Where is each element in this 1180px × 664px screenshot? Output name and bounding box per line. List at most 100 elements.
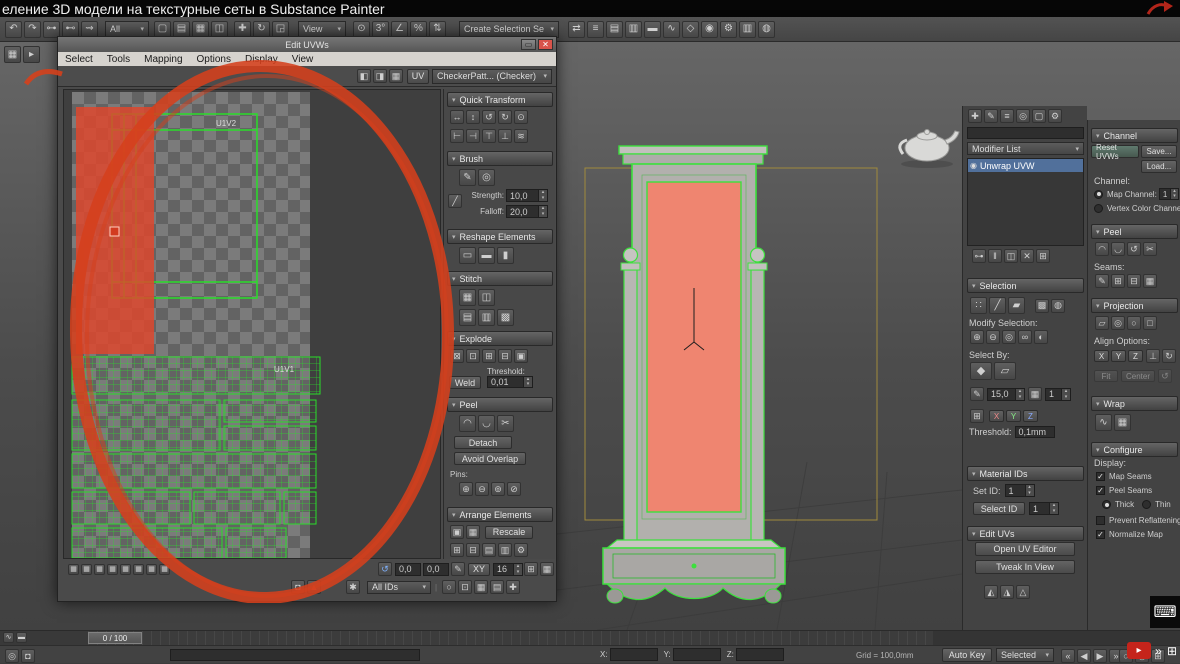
paint-move-brush-icon[interactable]: ✎ [459,169,476,186]
track-bar[interactable]: ∿ ▬ 0 / 100 [0,630,1180,645]
matid-spinner[interactable]: 1 [1045,387,1071,401]
move-horizontal-icon[interactable]: ↔ [450,110,464,124]
menu-options[interactable]: Options [190,54,238,65]
named-selection-set-dropdown[interactable]: Create Selection Se [459,20,559,38]
stitch-all-icon[interactable]: ▩ [497,309,514,326]
cylindrical-map-icon[interactable]: ◎ [1111,316,1125,330]
hierarchy-tab-icon[interactable]: ≡ [1000,109,1014,123]
window-crossing-icon[interactable]: ◫ [211,20,228,38]
select-by-name-icon[interactable]: ▤ [173,20,190,38]
select-by-element-icon[interactable]: ◆ [970,362,992,380]
show-checker-a-icon[interactable]: ◧ [357,69,371,83]
projection-x-button[interactable]: X [1094,350,1109,362]
zoom-selected-icon[interactable]: ▤ [490,580,505,594]
edit-uvws-window[interactable]: Edit UVWs ▭ ✕ Select Tools Mapping Optio… [57,36,557,603]
align-horizontal-icon[interactable]: ▬ [478,247,495,264]
align-view-icon[interactable]: ↻ [1162,349,1176,363]
select-and-move-icon[interactable]: ✚ [234,20,251,38]
share-arrow-icon[interactable] [1146,1,1174,16]
mirror-icon[interactable]: ⇄ [568,20,585,38]
pack-normalize-icon[interactable]: ▣ [450,525,464,539]
unlink-selection-icon[interactable]: ⊷ [62,20,79,38]
texture-thumb-icon[interactable]: ▦ [107,563,118,575]
rollout-edit-uvs-header[interactable]: Edit UVs [967,526,1084,541]
spinner-snap-icon[interactable]: ⇅ [429,20,446,38]
surface-wrap-icon[interactable]: ▦ [1114,414,1131,431]
set-id-spinner[interactable]: 1 [1004,484,1035,497]
selection-region-icon[interactable]: ▦ [192,20,209,38]
keyboard-overlay-box[interactable]: ⌨ [1150,596,1180,628]
menu-mapping[interactable]: Mapping [137,54,189,65]
rollout-arrange-header[interactable]: Arrange Elements [447,507,553,522]
ungroup-elements-icon[interactable]: ▥ [498,543,512,557]
edit-seams-icon[interactable]: ✂ [497,415,514,432]
flatten-by-smoothing-icon[interactable]: ⊞ [482,349,496,363]
align-left-icon[interactable]: ⊢ [450,129,464,143]
planar-angle-icon[interactable]: ▱ [994,362,1016,380]
peel-mode-icon[interactable]: ◡ [1111,242,1125,256]
go-to-start-icon[interactable]: « [1061,649,1075,663]
align-vertical-icon[interactable]: ▮ [497,247,514,264]
grid-visible-icon[interactable]: ▦ [540,562,554,576]
rollout-wrap-header[interactable]: Wrap [1091,396,1178,411]
uv-islands-layer[interactable]: U1V2 U1V1 [64,90,441,559]
move-vertical-icon[interactable]: ↕ [466,110,480,124]
align-top-icon[interactable]: ⊤ [482,129,496,143]
align-to-edge-icon[interactable]: ◮ [1000,585,1014,599]
render-setup-icon[interactable]: ⚙ [720,20,737,38]
normalize-map-checkbox[interactable] [1096,530,1105,539]
avoid-overlap-button[interactable]: Avoid Overlap [454,452,526,465]
percent-snap-icon[interactable]: % [410,20,427,38]
toolbar-overflow-icon[interactable]: ▸ [23,46,40,63]
rollout-channel-header[interactable]: Channel [1091,128,1178,143]
rotate-ccw-icon[interactable]: ↺ [482,110,496,124]
selection-lock-icon[interactable]: ◘ [21,649,35,663]
load-uvws-button[interactable]: Load... [1141,160,1177,173]
show-map-icon[interactable]: ▦ [389,69,403,83]
pin-stack-icon[interactable]: ⊶ [972,249,986,263]
select-object-icon[interactable]: ▢ [154,20,171,38]
menu-view[interactable]: View [285,54,321,65]
flatten-mapping-icon[interactable]: ▣ [514,349,528,363]
modifier-list-dropdown[interactable]: Modifier List [967,142,1084,155]
id-filter-dropdown[interactable]: All IDs [367,580,431,594]
snap-center-icon[interactable]: ⊙ [514,110,528,124]
map-channel-radio[interactable] [1094,189,1103,199]
unpin-selected-icon[interactable]: ⊖ [475,482,489,496]
save-uvws-button[interactable]: Save... [1141,145,1177,158]
player-grid-icon[interactable]: ⊞ [1167,644,1177,658]
menu-display[interactable]: Display [238,54,285,65]
shrink-selection-icon[interactable]: ⊖ [986,330,1000,344]
thin-radio[interactable] [1142,500,1152,509]
player-next-icon[interactable]: » [1155,644,1162,658]
grid-snap-icon[interactable]: ⊞ [524,562,538,576]
open-uv-editor-button[interactable]: Open UV Editor [975,542,1075,556]
point-to-point-seam-icon[interactable]: ✎ [1095,274,1109,288]
configure-modifier-sets-icon[interactable]: ⊞ [1036,249,1050,263]
unpin-all-icon[interactable]: ⊘ [507,482,521,496]
reset-uvws-button[interactable]: Reset UVWs [1091,143,1139,161]
reset-peel-icon[interactable]: ↺ [1127,242,1141,256]
peel-seams-checkbox[interactable] [1096,486,1105,495]
bind-to-space-warp-icon[interactable]: ⇝ [81,20,98,38]
freeze-icon[interactable]: ✱ [346,580,360,594]
stitch-custom-icon[interactable]: ▦ [459,289,476,306]
texture-thumb-icon[interactable]: ▦ [68,563,79,575]
teapot-model[interactable] [898,129,960,169]
typein-pen-icon[interactable]: ✎ [451,562,465,576]
viewport-3d-scene[interactable] [557,42,962,630]
axis-y-button[interactable]: Y [1006,410,1021,422]
texture-thumb-icon[interactable]: ▦ [133,563,144,575]
rollout-configure-header[interactable]: Configure [1091,442,1178,457]
player-red-button[interactable]: ▸ [1127,642,1151,659]
quick-peel-icon[interactable]: ◠ [1095,242,1109,256]
v-coordinate-field[interactable]: 0,0 [423,562,449,576]
axis-z-button[interactable]: Z [1023,410,1038,422]
planar-angle-spinner[interactable]: 15,0 [987,387,1025,401]
spline-wrap-icon[interactable]: ∿ [1095,414,1112,431]
texture-thumb-icon[interactable]: ▦ [94,563,105,575]
scene-explorer-icon[interactable]: ▤ [606,20,623,38]
straighten-selection-icon[interactable]: ▭ [459,247,476,264]
select-element-icon[interactable]: ▩ [1035,298,1049,313]
half-selection-icon[interactable]: ◐ [1034,330,1048,344]
